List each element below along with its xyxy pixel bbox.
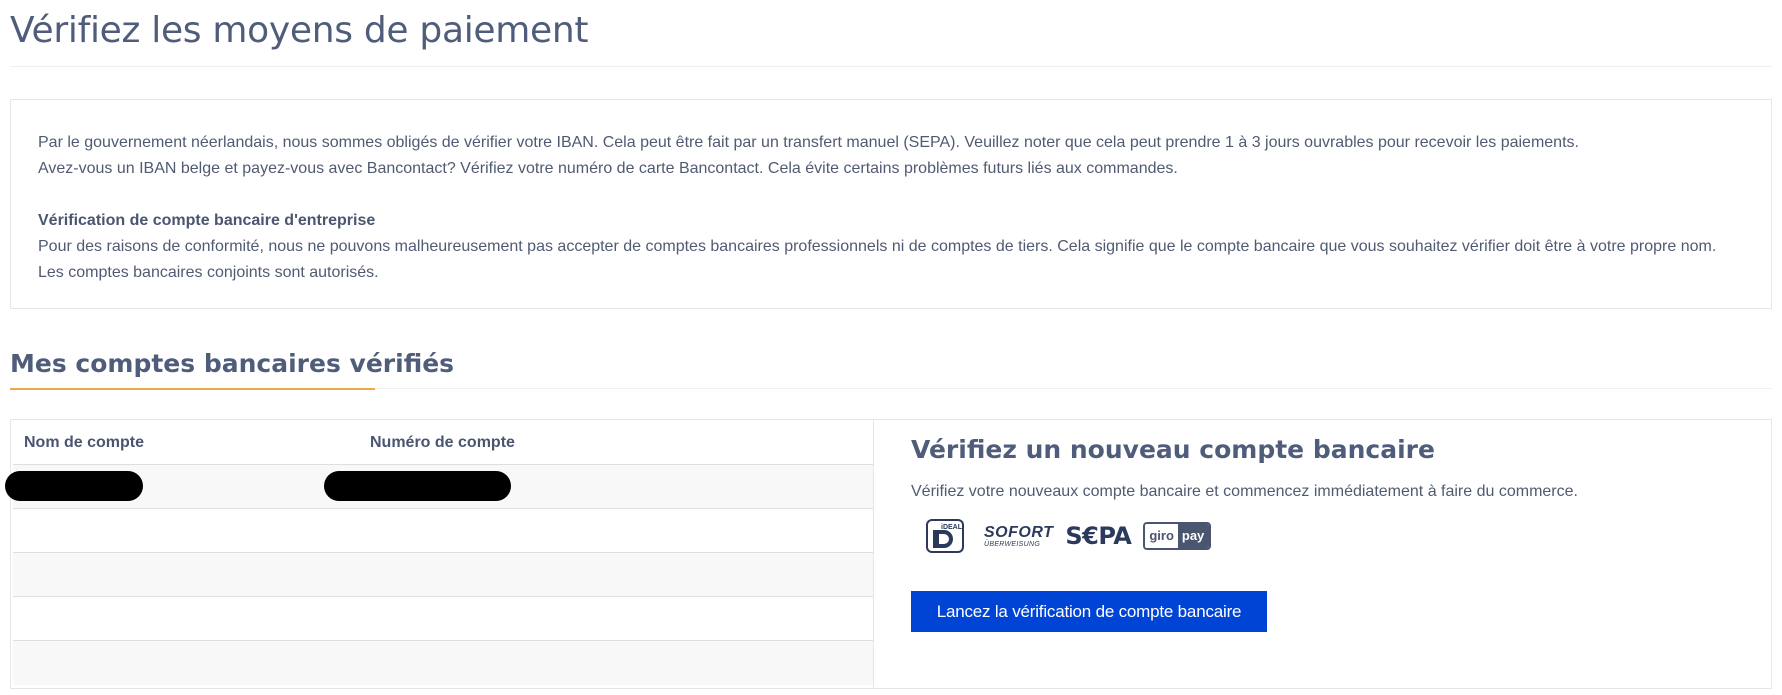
- ideal-logo-icon: iDEAL: [926, 519, 964, 553]
- table-header: Nom de compte Numéro de compte: [13, 422, 873, 465]
- giropay-logo-right: pay: [1177, 524, 1210, 548]
- business-line-1: Pour des raisons de conformité, nous ne …: [38, 238, 1717, 255]
- verify-title: Vérifiez un nouveau compte bancaire: [911, 435, 1435, 464]
- title-divider: [10, 66, 1772, 67]
- column-header-number: Numéro de compte: [370, 434, 515, 451]
- table-row: [13, 509, 873, 553]
- sepa-logo-icon: S€PA: [1065, 522, 1132, 550]
- table-row: [13, 597, 873, 641]
- giropay-logo-icon: giro pay: [1143, 522, 1212, 550]
- start-verification-button[interactable]: Lancez la vérification de compte bancair…: [911, 591, 1267, 632]
- section-underline: [10, 388, 375, 390]
- info-line-1: Par le gouvernement néerlandais, nous so…: [38, 134, 1579, 151]
- table-row: [13, 641, 873, 685]
- giropay-logo-left: giro: [1145, 524, 1178, 548]
- accounts-table: Nom de compte Numéro de compte: [5, 422, 873, 685]
- business-line-2: Les comptes bancaires conjoints sont aut…: [38, 264, 379, 281]
- info-line-2: Avez-vous un IBAN belge et payez-vous av…: [38, 160, 1178, 177]
- panel-divider: [873, 420, 874, 688]
- accounts-box: Nom de compte Numéro de compte Vérifiez …: [5, 419, 1772, 689]
- sofort-logo-text: SOFORT: [984, 523, 1054, 541]
- redacted-account-number: [324, 471, 511, 501]
- table-row: [13, 553, 873, 597]
- table-row: [5, 465, 873, 509]
- sofort-logo-icon: SOFORT ÜBERWEISUNG: [976, 523, 1054, 548]
- column-header-name: Nom de compte: [24, 434, 145, 451]
- info-box: Par le gouvernement néerlandais, nous so…: [10, 99, 1772, 309]
- sofort-logo-subtext: ÜBERWEISUNG: [984, 540, 1041, 548]
- payment-logos: iDEAL SOFORT ÜBERWEISUNG S€PA giro pay: [926, 518, 1212, 554]
- verify-description: Vérifiez votre nouveaux compte bancaire …: [911, 483, 1578, 500]
- page-title: Vérifiez les moyens de paiement: [10, 10, 589, 51]
- business-heading: Vérification de compte bancaire d'entrep…: [38, 212, 376, 229]
- section-divider: [375, 388, 1772, 389]
- redacted-account-name: [5, 471, 143, 501]
- section-title: Mes comptes bancaires vérifiés: [10, 349, 455, 378]
